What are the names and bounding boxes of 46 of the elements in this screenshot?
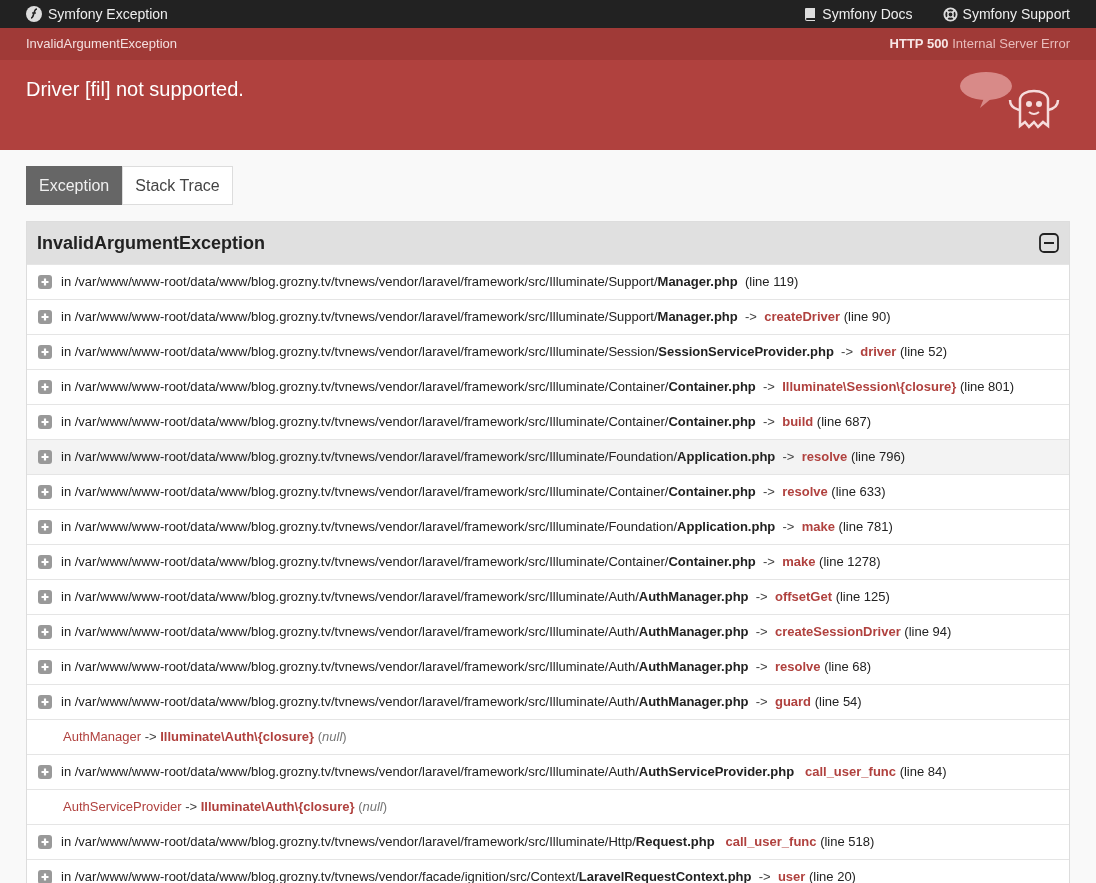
symfony-logo-icon	[26, 6, 42, 22]
lifebuoy-icon	[942, 6, 958, 22]
stack-frame-text: in /var/www/www-root/data/www/blog.grozny.tv/tvnews/vendor/laravel/framework/src/Illuminate/Auth/AuthManager.php -> createSessionDriver (line 94)	[61, 623, 952, 642]
book-icon	[804, 7, 818, 21]
stack-frame-text: in /var/www/www-root/data/www/blog.grozny.tv/tvnews/vendor/laravel/framework/src/Illuminate/Container/Container.php -> resolve (line 633)	[61, 483, 886, 502]
plus-icon[interactable]	[38, 520, 52, 534]
plus-icon[interactable]	[38, 835, 52, 849]
plus-icon[interactable]	[38, 765, 52, 779]
stack-frame-text: in /var/www/www-root/data/www/blog.grozny.tv/tvnews/vendor/laravel/framework/src/Illuminate/Auth/AuthServiceProvider.php call_user_func (line 84)	[61, 763, 947, 782]
stack-frame-text: in /var/www/www-root/data/www/blog.grozny.tv/tvnews/vendor/laravel/framework/src/Illuminate/Container/Container.php -> Illuminate\Session\{closure} (line 801)	[61, 378, 1015, 397]
tab[interactable]: Exception	[26, 166, 123, 205]
plus-icon[interactable]	[38, 870, 52, 883]
plus-icon[interactable]	[38, 590, 52, 604]
header-link[interactable]: Symfony Docs	[804, 3, 913, 25]
tab[interactable]: Stack Trace	[122, 166, 233, 205]
status-text: HTTP 500 Internal Server Error	[889, 35, 1070, 54]
error-message: Driver [fil] not supported.	[26, 77, 244, 102]
header-link[interactable]: Symfony Support	[942, 3, 1070, 25]
app-title: Symfony Exception	[48, 4, 168, 24]
plus-icon[interactable]	[38, 275, 52, 289]
stack-frame-text: in /var/www/www-root/data/www/blog.grozny.tv/tvnews/vendor/laravel/framework/src/Illuminate/Auth/AuthManager.php -> offsetGet (line 125)	[61, 588, 890, 607]
call-text: AuthManager -> Illuminate\Auth\{closure} (null)	[63, 728, 347, 747]
stack-frame-text: in /var/www/www-root/data/www/blog.grozny.tv/tvnews/vendor/laravel/framework/src/Illuminate/Container/Container.php -> make (line 1278)	[61, 553, 881, 572]
stack-frame-text: in /var/www/www-root/data/www/blog.grozny.tv/tvnews/vendor/laravel/framework/src/Illuminate/Http/Request.php call_user_func (line 518)	[61, 833, 875, 852]
plus-icon[interactable]	[38, 485, 52, 499]
stack-frame-text: in /var/www/www-root/data/www/blog.grozny.tv/tvnews/vendor/laravel/framework/src/Illuminate/Foundation/Application.php -> resolve (line 796)	[61, 448, 906, 467]
plus-icon[interactable]	[38, 310, 52, 324]
plus-icon[interactable]	[38, 555, 52, 569]
stack-frame-text: in /var/www/www-root/data/www/blog.grozny.tv/tvnews/vendor/laravel/framework/src/Illuminate/Container/Container.php -> build (line 687)	[61, 413, 872, 432]
plus-icon[interactable]	[38, 415, 52, 429]
plus-icon[interactable]	[38, 345, 52, 359]
plus-icon[interactable]	[38, 380, 52, 394]
stack-frame-text: in /var/www/www-root/data/www/blog.grozny.tv/tvnews/vendor/laravel/framework/src/Illuminate/Support/Manager.php (line 119)	[61, 273, 799, 292]
plus-icon[interactable]	[38, 625, 52, 639]
panel-title: InvalidArgumentException	[37, 231, 266, 255]
stack-frame-text: in /var/www/www-root/data/www/blog.grozny.tv/tvnews/vendor/laravel/framework/src/Illuminate/Auth/AuthManager.php -> guard (line 54)	[61, 693, 862, 712]
plus-icon[interactable]	[38, 660, 52, 674]
stack-frame-text: in /var/www/www-root/data/www/blog.grozny.tv/tvnews/vendor/laravel/framework/src/Illuminate/Foundation/Application.php -> make (line 781)	[61, 518, 893, 537]
stack-frame-text: in /var/www/www-root/data/www/blog.grozny.tv/tvnews/vendor/laravel/framework/src/Illuminate/Support/Manager.php -> createDriver (line 90)	[61, 308, 891, 327]
stack-frame-text: in /var/www/www-root/data/www/blog.grozny.tv/tvnews/vendor/laravel/framework/src/Illuminate/Session/SessionServiceProvider.php -> driver (line 52)	[61, 343, 947, 362]
collapse-icon[interactable]	[1039, 233, 1059, 253]
exception-class: InvalidArgumentException	[26, 35, 178, 54]
plus-icon[interactable]	[38, 450, 52, 464]
plus-icon[interactable]	[38, 695, 52, 709]
call-text: AuthServiceProvider -> Illuminate\Auth\{closure} (null)	[63, 798, 388, 817]
stack-frame-text: in /var/www/www-root/data/www/blog.grozny.tv/tvnews/vendor/laravel/framework/src/Illuminate/Auth/AuthManager.php -> resolve (line 68)	[61, 658, 872, 677]
